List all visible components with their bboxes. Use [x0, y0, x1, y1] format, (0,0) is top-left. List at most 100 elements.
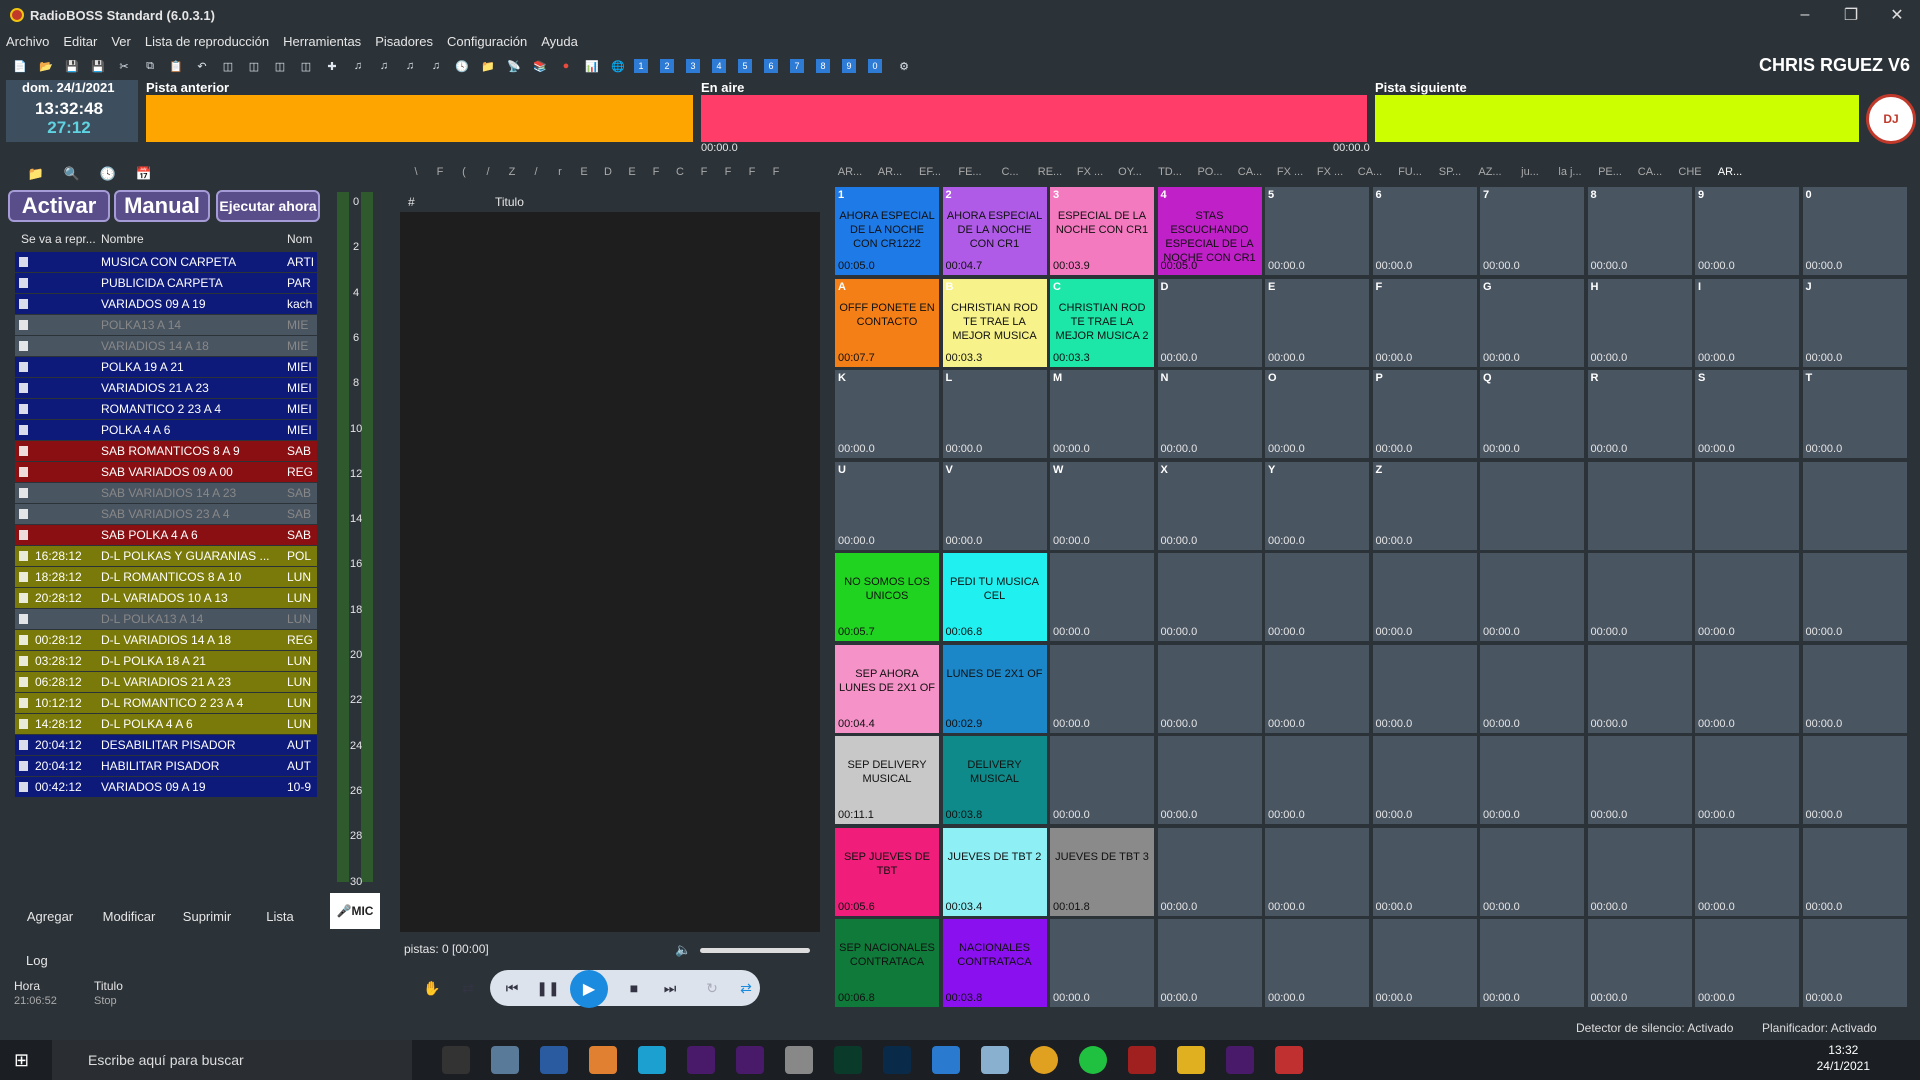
cart-button[interactable]: SEP NACIONALES CONTRATACA 00:06.8 — [834, 918, 940, 1008]
stop-button[interactable]: ■ — [624, 978, 644, 998]
playlist-col-title[interactable]: Titulo — [495, 195, 524, 209]
cartwall-tab[interactable]: AZ... — [1470, 166, 1510, 186]
suprimir-button[interactable]: Suprimir — [173, 905, 241, 927]
playlist-area[interactable] — [400, 192, 820, 932]
cart-button[interactable]: 3 ESPECIAL DE LA NOCHE CON CR1 00:03.9 — [1049, 186, 1155, 276]
cart-button[interactable]: L 00:00.0 — [941, 369, 1048, 459]
cart-button[interactable]: A OFFF PONETE EN CONTACTO 00:07.7 — [834, 277, 940, 368]
photoshop-icon[interactable] — [883, 1046, 911, 1074]
cartwall-tab[interactable]: TD... — [1150, 166, 1190, 186]
cart-button[interactable]: 00:00.0 — [1371, 826, 1478, 917]
cart-button[interactable]: 0 00:00.0 — [1801, 186, 1908, 276]
cart-button[interactable]: R 00:00.0 — [1586, 369, 1693, 459]
cart-button[interactable]: 4 STAS ESCUCHANDO ESPECIAL DE LA NOCHE CO… — [1156, 186, 1263, 276]
scheduler-row[interactable]: 03:28:12 D-L POLKA 18 A 21 LUN — [15, 651, 317, 672]
cart-button[interactable]: 00:00.0 — [1371, 552, 1478, 642]
cart-button[interactable]: SEP AHORA LUNES DE 2X1 OF 00:04.4 — [834, 643, 940, 734]
cart-button[interactable]: P 00:00.0 — [1371, 369, 1478, 459]
cart-button[interactable]: Y 00:00.0 — [1264, 460, 1370, 551]
cart-button[interactable]: 00:00.0 — [1586, 826, 1693, 917]
copy-icon[interactable]: ⧉ — [140, 56, 160, 76]
cart-button[interactable]: 00:00.0 — [1156, 735, 1263, 825]
folder-icon[interactable]: 📁 — [478, 56, 498, 76]
scheduler-row[interactable]: 06:28:12 D-L VARIADIOS 21 A 23 LUN — [15, 672, 317, 693]
cart-button[interactable]: X 00:00.0 — [1156, 460, 1263, 551]
cart-button[interactable]: 00:00.0 — [1479, 826, 1585, 917]
cart-button[interactable]: 00:00.0 — [1264, 735, 1370, 825]
manual-button[interactable]: Manual — [114, 190, 210, 222]
playlist-col-num[interactable]: # — [400, 195, 495, 209]
edge-icon[interactable] — [638, 1046, 666, 1074]
cartwall-tab[interactable]: PE... — [1590, 166, 1630, 186]
cart-button[interactable] — [1479, 460, 1585, 551]
scheduler-row[interactable]: SAB VARIADOS 09 A 00 REG — [15, 462, 317, 483]
cart-button[interactable]: SEP JUEVES DE TBT 00:05.6 — [834, 826, 940, 917]
add-icon[interactable]: ✚ — [322, 56, 342, 76]
slot-8-button[interactable]: 8 — [816, 59, 830, 73]
cart-button[interactable]: 00:00.0 — [1694, 918, 1800, 1008]
scheduler-row[interactable]: POLKA13 A 14 MIE — [15, 315, 317, 336]
menu-herramientas[interactable]: Herramientas — [283, 34, 361, 49]
cart-button[interactable]: I 00:00.0 — [1694, 277, 1800, 368]
stats-icon[interactable]: 📊 — [582, 56, 602, 76]
close-button[interactable]: ✕ — [1874, 0, 1920, 30]
cart-button[interactable]: DELIVERY MUSICAL 00:03.8 — [941, 735, 1048, 825]
cart-button[interactable]: 00:00.0 — [1801, 918, 1908, 1008]
cart-button[interactable]: 00:00.0 — [1156, 552, 1263, 642]
schedule-tab-icon[interactable]: 🕓 — [90, 162, 126, 186]
ejecutar-ahora-button[interactable]: Ejecutar ahora — [216, 190, 320, 222]
pause-button[interactable]: ❚❚ — [536, 978, 559, 998]
agregar-button[interactable]: Agregar — [15, 905, 85, 927]
cart-button[interactable]: Z 00:00.0 — [1371, 460, 1478, 551]
add-folder-icon[interactable]: ♫ — [374, 56, 394, 76]
app-icon-15[interactable] — [1128, 1046, 1156, 1074]
cartwall-tab[interactable]: C... — [990, 166, 1030, 186]
cart-button[interactable]: JUEVES DE TBT 2 00:03.4 — [941, 826, 1048, 917]
menu-configuracion[interactable]: Configuración — [447, 34, 527, 49]
cart-button[interactable]: 00:00.0 — [1801, 643, 1908, 734]
cart-button[interactable]: J 00:00.0 — [1801, 277, 1908, 368]
scheduler-row[interactable]: 20:28:12 D-L VARIADOS 10 A 13 LUN — [15, 588, 317, 609]
cart-button[interactable]: C CHRISTIAN ROD TE TRAE LA MEJOR MUSICA 2… — [1049, 277, 1155, 368]
cart-button[interactable]: E 00:00.0 — [1264, 277, 1370, 368]
menu-archivo[interactable]: Archivo — [6, 34, 49, 49]
onair-bar[interactable] — [701, 95, 1367, 142]
previous-button[interactable]: ⏮ — [502, 978, 522, 998]
cart-button[interactable]: 9 00:00.0 — [1694, 186, 1800, 276]
terminal-app-icon[interactable] — [442, 1046, 470, 1074]
cartwall-tab[interactable]: AR... — [870, 166, 910, 186]
slot-0-button[interactable]: 0 — [868, 59, 882, 73]
menu-lista[interactable]: Lista de reproducción — [145, 34, 269, 49]
slot-1-button[interactable]: 1 — [634, 59, 648, 73]
scheduler-row[interactable]: SAB POLKA 4 A 6 SAB — [15, 525, 317, 546]
save-icon[interactable]: 💾 — [62, 56, 82, 76]
scheduler-row[interactable]: VARIADIOS 14 A 18 MIE — [15, 336, 317, 357]
cart-button[interactable]: 00:00.0 — [1586, 552, 1693, 642]
cartwall-tab[interactable]: SP... — [1430, 166, 1470, 186]
broadcast-icon[interactable]: 📡 — [504, 56, 524, 76]
shuffle-icon[interactable]: ⇄ — [458, 978, 478, 998]
cart-button[interactable]: 00:00.0 — [1586, 918, 1693, 1008]
scheduler-row[interactable]: SAB VARIADIOS 23 A 4 SAB — [15, 504, 317, 525]
cart-button[interactable]: D 00:00.0 — [1156, 277, 1263, 368]
cart-button[interactable] — [1586, 460, 1693, 551]
add-list-icon[interactable]: ♫ — [426, 56, 446, 76]
layout1-icon[interactable]: ◫ — [218, 56, 238, 76]
scheduler-row[interactable]: 18:28:12 D-L ROMANTICOS 8 A 10 LUN — [15, 567, 317, 588]
menu-editar[interactable]: Editar — [63, 34, 97, 49]
volume-icon[interactable]: 🔈 — [675, 942, 691, 958]
app-icon-3[interactable] — [540, 1046, 568, 1074]
windows-start-icon[interactable]: ⊞ — [14, 1050, 29, 1071]
silence-detector-status[interactable]: Detector de silencio: Activado — [1576, 1021, 1733, 1035]
playlist-tabs[interactable]: \ F(/ Z / r E D E F C F F F F — [404, 166, 804, 186]
maximize-button[interactable]: ❐ — [1828, 0, 1874, 30]
cart-button[interactable]: 00:00.0 — [1156, 826, 1263, 917]
cart-button[interactable]: 00:00.0 — [1801, 735, 1908, 825]
scheduler-row[interactable]: POLKA 4 A 6 MIEI — [15, 420, 317, 441]
play-button[interactable]: ▶ — [570, 970, 608, 1008]
cartwall-tab[interactable]: RE... — [1030, 166, 1070, 186]
app-icon-2[interactable] — [491, 1046, 519, 1074]
globe-icon[interactable]: 🌐 — [608, 56, 628, 76]
cartwall-tab[interactable]: la j... — [1550, 166, 1590, 186]
cart-button[interactable]: N 00:00.0 — [1156, 369, 1263, 459]
